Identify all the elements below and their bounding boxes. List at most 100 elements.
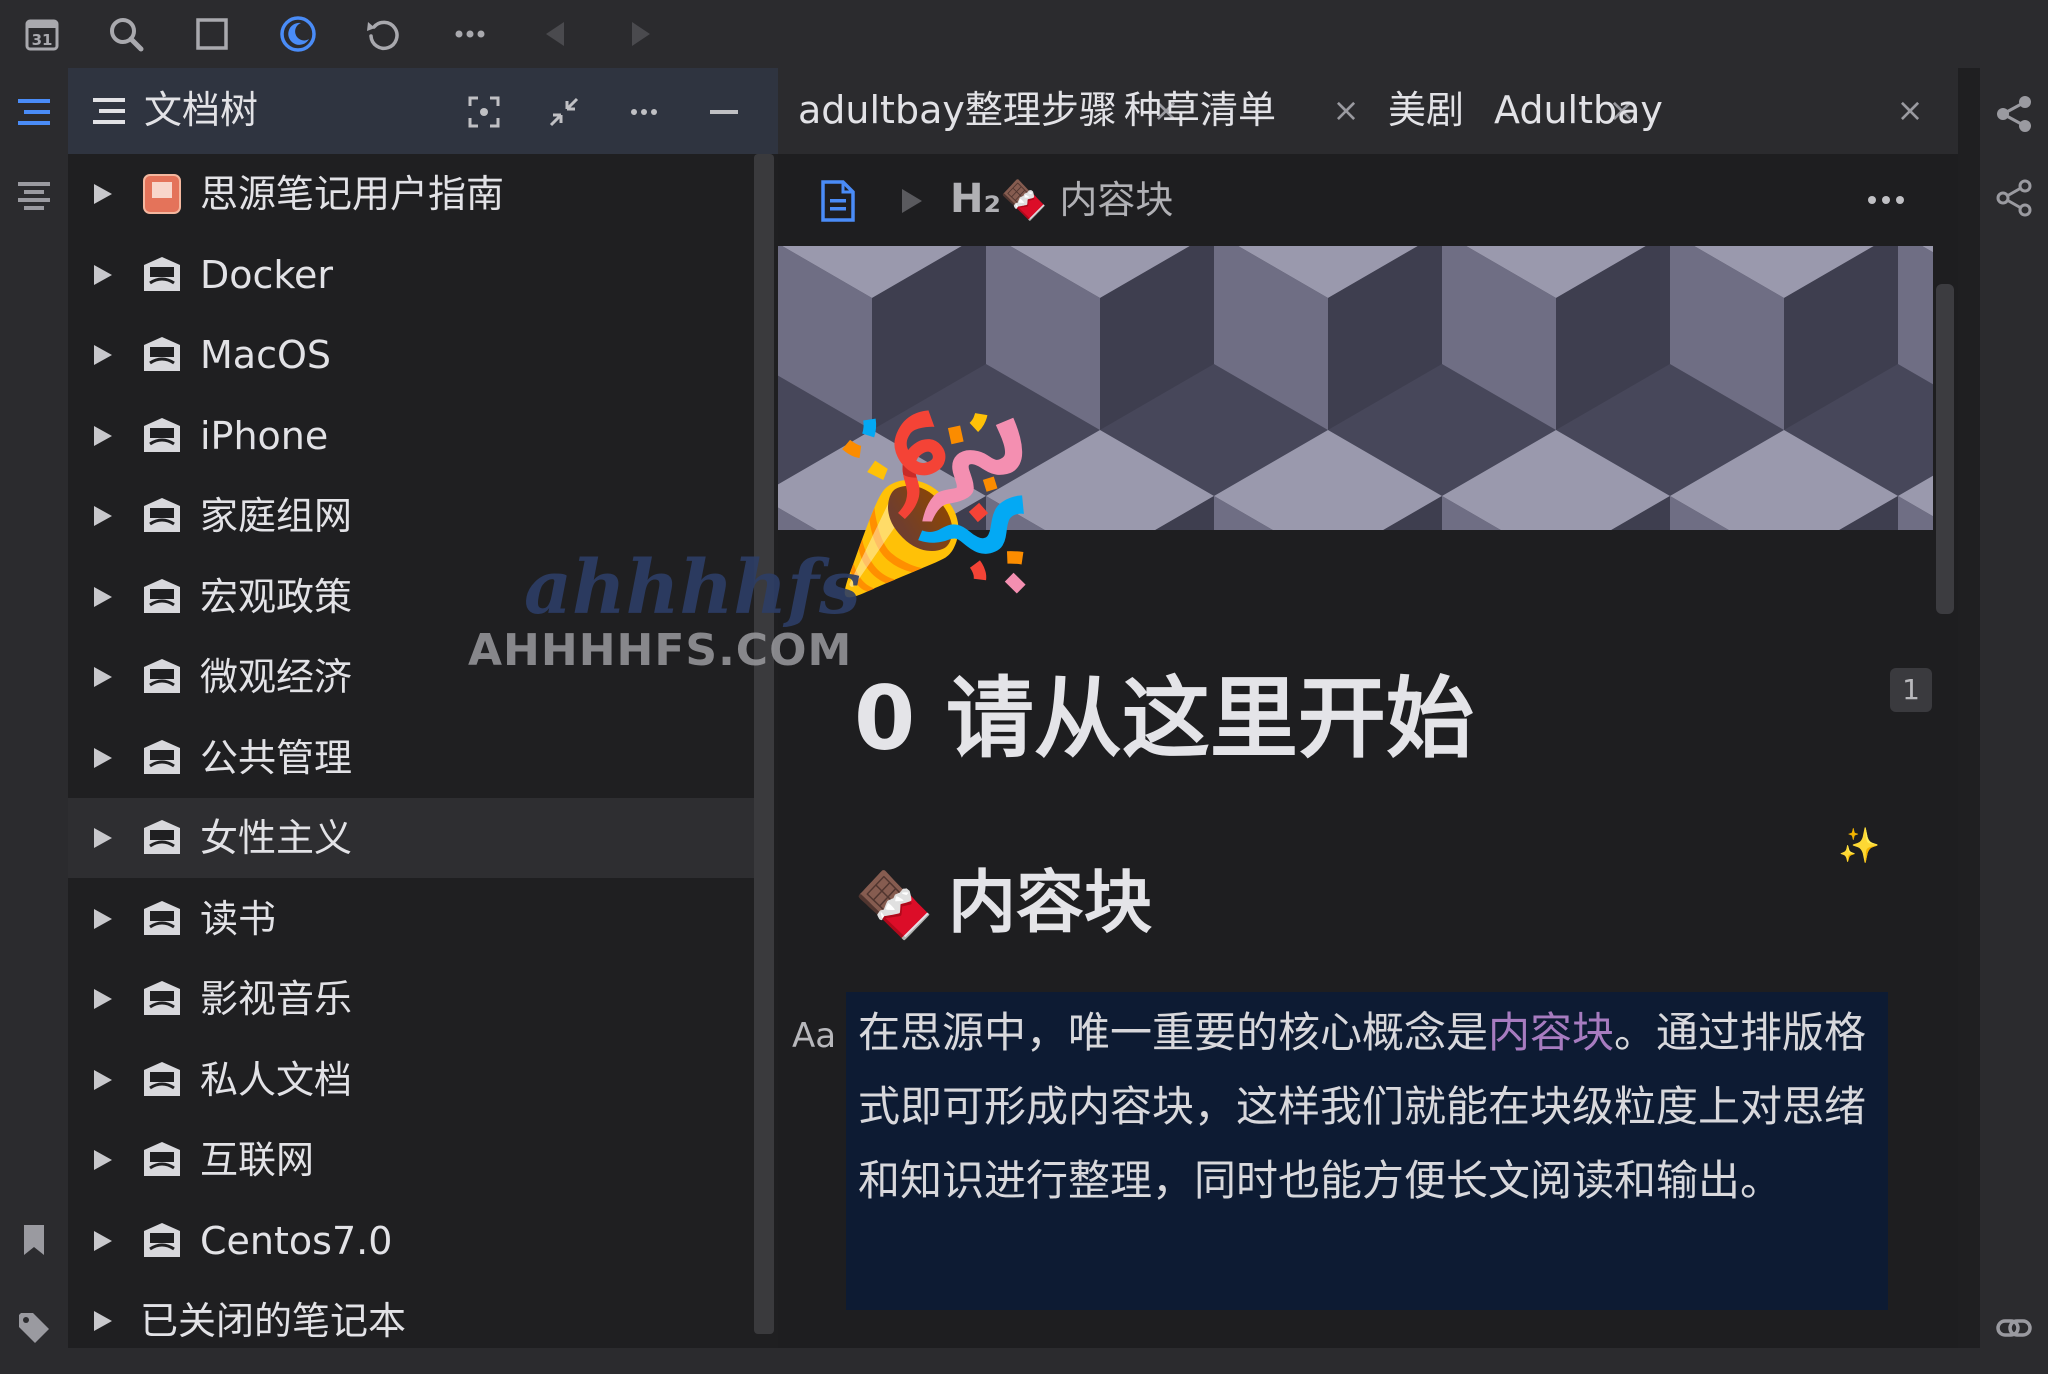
more-button[interactable] bbox=[446, 10, 494, 58]
expand-arrow-icon[interactable] bbox=[90, 261, 116, 289]
heading-emoji-icon: 🍫 bbox=[854, 869, 934, 943]
graph-view-dock-button[interactable] bbox=[1990, 90, 2038, 138]
collapse-icon bbox=[547, 95, 581, 129]
tab-label: 美剧 bbox=[1388, 88, 1465, 132]
notebook-label: Docker bbox=[200, 252, 334, 297]
notebook-item[interactable]: 家庭组网 bbox=[68, 476, 754, 556]
expand-arrow-icon[interactable] bbox=[90, 1227, 116, 1255]
bookmark-dock-button[interactable] bbox=[10, 1216, 58, 1264]
expand-arrow-icon[interactable] bbox=[90, 1307, 116, 1335]
notebook-item[interactable]: 思源笔记用户指南 bbox=[68, 154, 754, 234]
watermark-script: ahhhhfs bbox=[524, 545, 861, 631]
notebook-label: Centos7.0 bbox=[200, 1218, 393, 1263]
search-button[interactable] bbox=[102, 10, 150, 58]
outline-dock-button[interactable] bbox=[10, 172, 58, 220]
notebook-label: 影视音乐 bbox=[200, 977, 353, 1021]
expand-arrow-icon[interactable] bbox=[90, 744, 116, 772]
global-graph-dock-button[interactable] bbox=[1990, 174, 2038, 222]
refresh-icon bbox=[364, 14, 404, 54]
backlink-count-badge[interactable]: 1 bbox=[1890, 668, 1932, 712]
close-icon[interactable]: × bbox=[1892, 90, 1928, 130]
focus-icon bbox=[467, 95, 501, 129]
notebook-label: MacOS bbox=[200, 333, 331, 377]
notebook-icon bbox=[140, 897, 184, 941]
back-button[interactable] bbox=[532, 10, 580, 58]
notebook-label: 宏观政策 bbox=[200, 574, 353, 619]
tree-more-button[interactable] bbox=[620, 88, 668, 136]
close-icon[interactable]: × bbox=[1328, 90, 1364, 130]
notebook-icon bbox=[140, 253, 184, 297]
expand-arrow-icon[interactable] bbox=[90, 1066, 116, 1094]
square-icon bbox=[192, 14, 232, 54]
expand-arrow-icon[interactable] bbox=[90, 1146, 116, 1174]
file-tree-panel: 文档树 思源笔记用户指南 Docker MacOS iPhone 家庭组网 宏观政策 微观经… bbox=[68, 68, 778, 1348]
tag-dock-button[interactable] bbox=[10, 1304, 58, 1352]
forward-button[interactable] bbox=[616, 10, 664, 58]
notebook-icon bbox=[140, 736, 184, 780]
notebook-item[interactable]: Centos7.0 bbox=[68, 1201, 754, 1281]
expand-arrow-icon[interactable] bbox=[90, 583, 116, 611]
expand-arrow-icon[interactable] bbox=[90, 422, 116, 450]
closed-notebooks-label: 已关闭的笔记本 bbox=[140, 1299, 407, 1343]
notebook-icon bbox=[140, 414, 184, 458]
block-reference-link[interactable]: 内容块 bbox=[1488, 1008, 1614, 1057]
graph-icon bbox=[1995, 95, 2033, 133]
notebook-label: 读书 bbox=[200, 896, 277, 941]
backlinks-dock-button[interactable] bbox=[1990, 1304, 2038, 1352]
notebook-item[interactable]: 影视音乐 bbox=[68, 959, 754, 1039]
minimize-button[interactable] bbox=[700, 88, 748, 136]
notebook-item[interactable]: 读书 bbox=[68, 879, 754, 959]
calendar-button[interactable]: 31 bbox=[18, 10, 66, 58]
focus-button[interactable] bbox=[460, 88, 508, 136]
expand-arrow-icon[interactable] bbox=[90, 663, 116, 691]
notebook-icon bbox=[140, 977, 184, 1021]
expand-arrow-icon[interactable] bbox=[90, 905, 116, 933]
file-tree-scrollbar[interactable] bbox=[754, 154, 774, 1334]
expand-arrow-icon[interactable] bbox=[90, 985, 116, 1013]
expand-arrow-icon[interactable] bbox=[90, 341, 116, 369]
heading-content-block[interactable]: 内容块 bbox=[948, 862, 1152, 946]
notebook-item[interactable]: iPhone bbox=[68, 396, 754, 476]
backlink-count: 1 bbox=[1902, 673, 1920, 706]
sparkle-icon: ✨ bbox=[1838, 826, 1881, 866]
paragraph-block[interactable]: 在思源中，唯一重要的核心概念是内容块。通过排版格式即可形成内容块，这样我们就能在… bbox=[846, 992, 1888, 1310]
notebook-item[interactable]: MacOS bbox=[68, 315, 754, 395]
notebook-item[interactable]: 私人文档 bbox=[68, 1040, 754, 1120]
notebook-item[interactable]: Docker bbox=[68, 235, 754, 315]
notebook-icon bbox=[140, 333, 184, 377]
guide-book-icon bbox=[140, 172, 184, 216]
file-tree-icon bbox=[90, 92, 128, 130]
notebook-label: 公共管理 bbox=[200, 735, 353, 780]
notebook-label: 思源笔记用户指南 bbox=[200, 172, 505, 216]
editor-scrollbar[interactable] bbox=[1936, 284, 1954, 614]
tab-label: adultbay整理步骤 bbox=[798, 88, 1117, 132]
document-icon[interactable] bbox=[820, 180, 856, 222]
link-icon bbox=[1995, 1309, 2033, 1347]
expand-arrow-icon[interactable] bbox=[90, 502, 116, 530]
theme-mode-button[interactable] bbox=[274, 10, 322, 58]
sync-button[interactable] bbox=[360, 10, 408, 58]
expand-arrow-icon[interactable] bbox=[90, 824, 116, 852]
notebook-item[interactable]: 女性主义 bbox=[68, 798, 754, 878]
global-graph-icon bbox=[1995, 179, 2033, 217]
breadcrumb-more-button[interactable] bbox=[1862, 182, 1910, 218]
document-title[interactable]: 0 请从这里开始 bbox=[854, 664, 1474, 774]
breadcrumb-heading-tag[interactable]: H₂ bbox=[950, 174, 1001, 224]
breadcrumb-heading-label[interactable]: 🍫 内容块 bbox=[1000, 176, 1173, 224]
watermark-domain: AHHHHFS.COM bbox=[468, 625, 853, 676]
notebook-icon bbox=[140, 816, 184, 860]
expand-arrow-icon[interactable] bbox=[90, 180, 116, 208]
block-type-icon[interactable]: Aa bbox=[792, 1016, 836, 1056]
tab[interactable]: Adultbay × bbox=[1474, 68, 1938, 154]
notebook-label: 女性主义 bbox=[200, 816, 353, 860]
file-tree-dock-button[interactable] bbox=[10, 88, 58, 136]
left-dock bbox=[0, 68, 68, 1374]
fullscreen-button[interactable] bbox=[188, 10, 236, 58]
notebook-icon bbox=[140, 575, 184, 619]
notebook-label: 微观经济 bbox=[200, 655, 353, 699]
notebook-item[interactable]: 互联网 bbox=[68, 1120, 754, 1200]
tab[interactable]: 种草清单 × bbox=[1104, 68, 1374, 154]
notebook-item[interactable]: 公共管理 bbox=[68, 718, 754, 798]
collapse-all-button[interactable] bbox=[540, 88, 588, 136]
status-bar bbox=[68, 1348, 1980, 1374]
